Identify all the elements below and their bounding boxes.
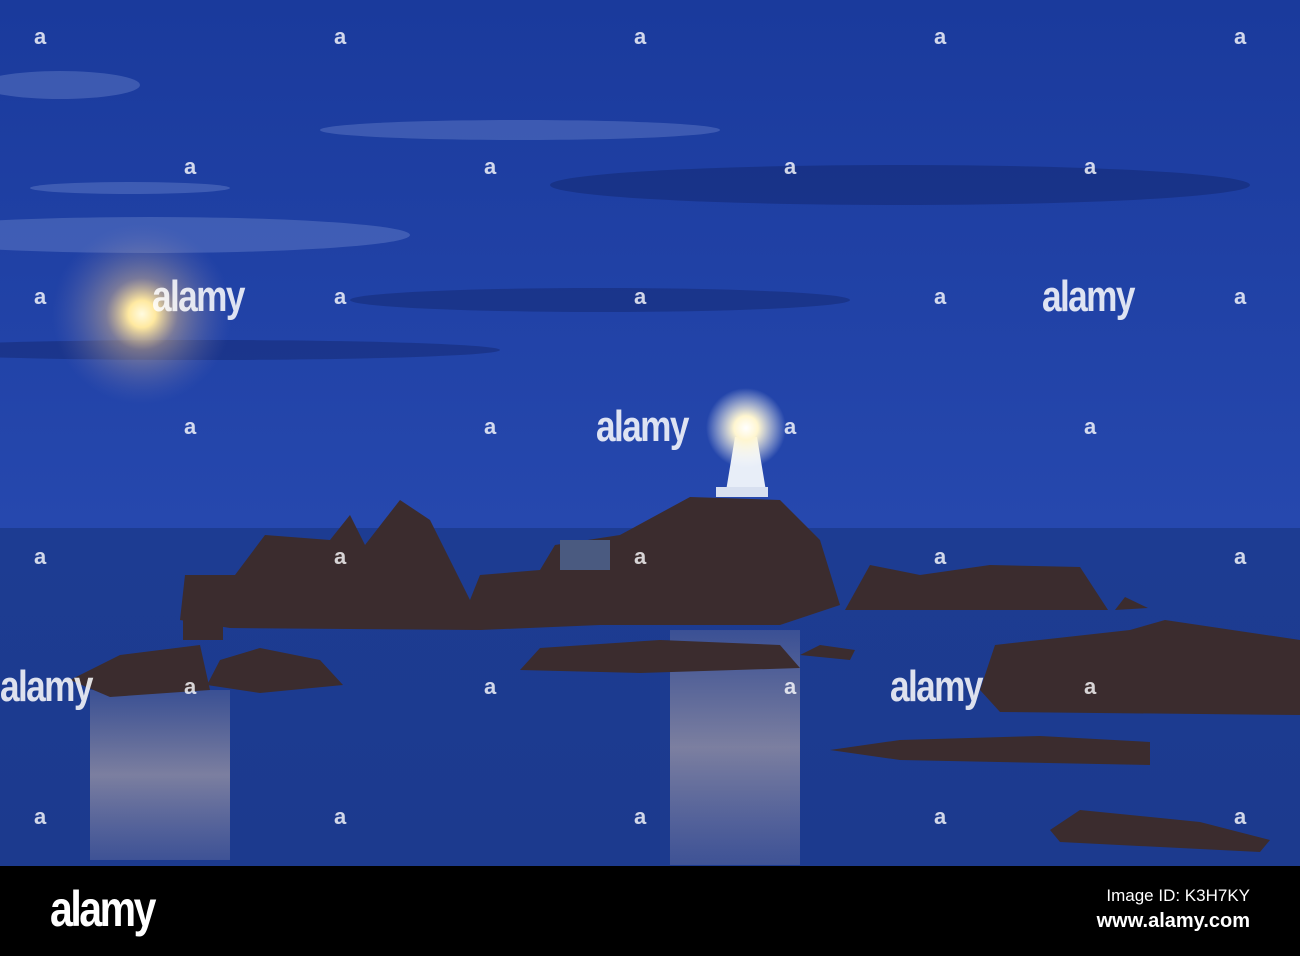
image-id: Image ID: K3H7KY [1106,886,1250,905]
watermark-mark: a [1234,284,1247,309]
alamy-logo: alamy [50,881,156,937]
footer-bar: alamy Image ID: K3H7KY www.alamy.com [0,866,1300,956]
watermark-mark: a [184,674,197,699]
watermark: alamy [152,272,245,321]
site-url: www.alamy.com [1096,910,1250,932]
watermark-mark: a [1234,804,1247,829]
watermark-mark: a [634,24,647,49]
watermark-mark: a [934,544,947,569]
watermark: alamy [890,662,983,711]
building [560,540,610,570]
watermark: alamy [596,402,689,451]
watermark-mark: a [34,804,47,829]
watermark-mark: a [184,414,197,439]
watermark-mark: a [934,804,947,829]
watermark-mark: a [634,284,647,309]
stock-photo: alamy alamy alamy alamy alamy alamy Imag… [0,0,1300,956]
watermark-mark: a [784,154,797,179]
watermark-mark: a [784,414,797,439]
watermark-mark: a [484,674,497,699]
watermark: alamy [0,662,93,711]
watermark-mark: a [1234,544,1247,569]
watermark-mark: a [334,284,347,309]
lighthouse-light [706,388,786,468]
watermark-mark: a [34,544,47,569]
watermark-mark: a [334,544,347,569]
watermark-mark: a [334,24,347,49]
watermark-mark: a [34,284,47,309]
watermark-mark: a [634,804,647,829]
watermark-mark: a [1084,674,1097,699]
watermark-mark: a [484,414,497,439]
watermark-mark: a [934,24,947,49]
watermark-mark: a [784,674,797,699]
watermark-mark: a [934,284,947,309]
watermark-mark: a [1234,24,1247,49]
watermark-mark: a [634,544,647,569]
watermark: alamy [1042,272,1135,321]
watermark-mark: a [334,804,347,829]
watermark-mark: a [484,154,497,179]
moon-reflection [90,690,230,860]
watermark-mark: a [184,154,197,179]
watermark-mark: a [1084,154,1097,179]
watermark-mark: a [1084,414,1097,439]
watermark-mark: a [34,24,47,49]
